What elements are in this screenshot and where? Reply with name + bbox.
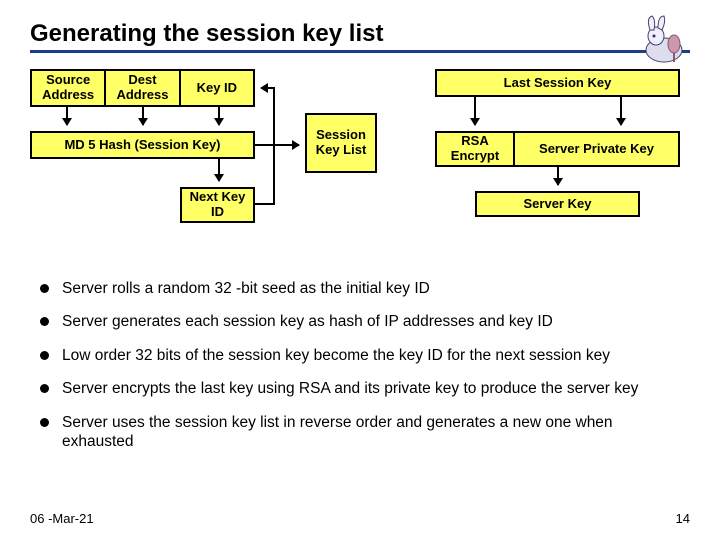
page-number: 14 (676, 511, 690, 526)
diagram-area: Source Address Dest Address Key ID MD 5 … (30, 69, 690, 269)
arrow-icon (557, 167, 559, 185)
session-key-list-box: Session Key List (305, 113, 377, 173)
rabbit-icon (634, 12, 694, 64)
next-key-id-box: Next Key ID (180, 187, 255, 223)
last-session-key-box: Last Session Key (435, 69, 680, 97)
arrow-icon (218, 159, 220, 181)
loop-line (255, 87, 275, 205)
list-item: Low order 32 bits of the session key bec… (38, 346, 686, 365)
server-key-box: Server Key (475, 191, 640, 217)
input-row: Source Address Dest Address Key ID (30, 69, 255, 107)
md5-hash-box: MD 5 Hash (Session Key) (30, 131, 255, 159)
arrow-icon (218, 107, 220, 125)
list-item: Server encrypts the last key using RSA a… (38, 379, 686, 398)
footer-date: 06 -Mar-21 (30, 511, 94, 526)
bullet-list: Server rolls a random 32 -bit seed as th… (30, 279, 690, 451)
rsa-encrypt-cell: RSA Encrypt (437, 131, 515, 167)
server-private-key-cell: Server Private Key (515, 139, 678, 160)
encrypt-row: RSA Encrypt Server Private Key (435, 131, 680, 167)
title-text: Generating the session key list (30, 20, 383, 47)
arrow-icon (142, 107, 144, 125)
key-id-cell: Key ID (181, 78, 253, 99)
list-item: Server rolls a random 32 -bit seed as th… (38, 279, 686, 298)
arrow-icon (261, 87, 275, 89)
arrow-icon (474, 97, 476, 125)
arrow-icon (66, 107, 68, 125)
source-address-cell: Source Address (32, 70, 106, 106)
slide-title: Generating the session key list (30, 20, 690, 53)
arrow-icon (620, 97, 622, 125)
footer: 06 -Mar-21 14 (30, 511, 690, 526)
list-item: Server generates each session key as has… (38, 312, 686, 331)
list-item: Server uses the session key list in reve… (38, 413, 686, 452)
dest-address-cell: Dest Address (106, 70, 180, 106)
